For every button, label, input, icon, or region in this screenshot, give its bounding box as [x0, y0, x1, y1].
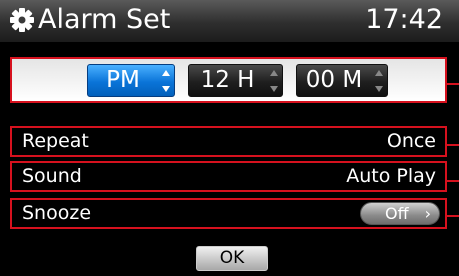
callout-line	[447, 180, 459, 182]
callout-line	[447, 83, 459, 85]
sound-label: Sound	[22, 165, 82, 187]
page-title: Alarm Set	[38, 4, 171, 35]
repeat-label: Repeat	[22, 130, 89, 152]
spinner-arrows-icon[interactable]	[161, 68, 171, 94]
minute-spinner[interactable]: 00 M	[296, 64, 388, 97]
ampm-spinner[interactable]: PM	[87, 64, 175, 97]
snooze-value: Off	[385, 204, 409, 223]
repeat-row[interactable]: Repeat Once	[10, 126, 447, 157]
spinner-arrows-icon[interactable]	[374, 68, 384, 94]
repeat-value: Once	[386, 130, 436, 152]
title-bar: Alarm Set 17:42	[0, 0, 459, 42]
snooze-toggle[interactable]: Off ›	[360, 202, 440, 225]
alarm-time-selector: PM 12 H 00 M	[10, 57, 447, 103]
clock-display: 17:42	[365, 4, 443, 35]
sound-value: Auto Play	[346, 165, 436, 187]
ampm-value: PM	[106, 67, 140, 93]
hour-value: 12 H	[200, 67, 255, 93]
gear-icon	[10, 8, 34, 32]
hour-spinner[interactable]: 12 H	[188, 64, 283, 97]
spinner-arrows-icon[interactable]	[269, 68, 279, 94]
snooze-row[interactable]: Snooze Off ›	[10, 198, 447, 229]
sound-row[interactable]: Sound Auto Play	[10, 161, 447, 192]
callout-line	[447, 215, 459, 217]
minute-value: 00 M	[305, 67, 363, 93]
callout-line	[447, 144, 459, 146]
chevron-right-icon: ›	[424, 204, 431, 223]
snooze-label: Snooze	[22, 202, 92, 224]
ok-button[interactable]: OK	[196, 246, 268, 271]
